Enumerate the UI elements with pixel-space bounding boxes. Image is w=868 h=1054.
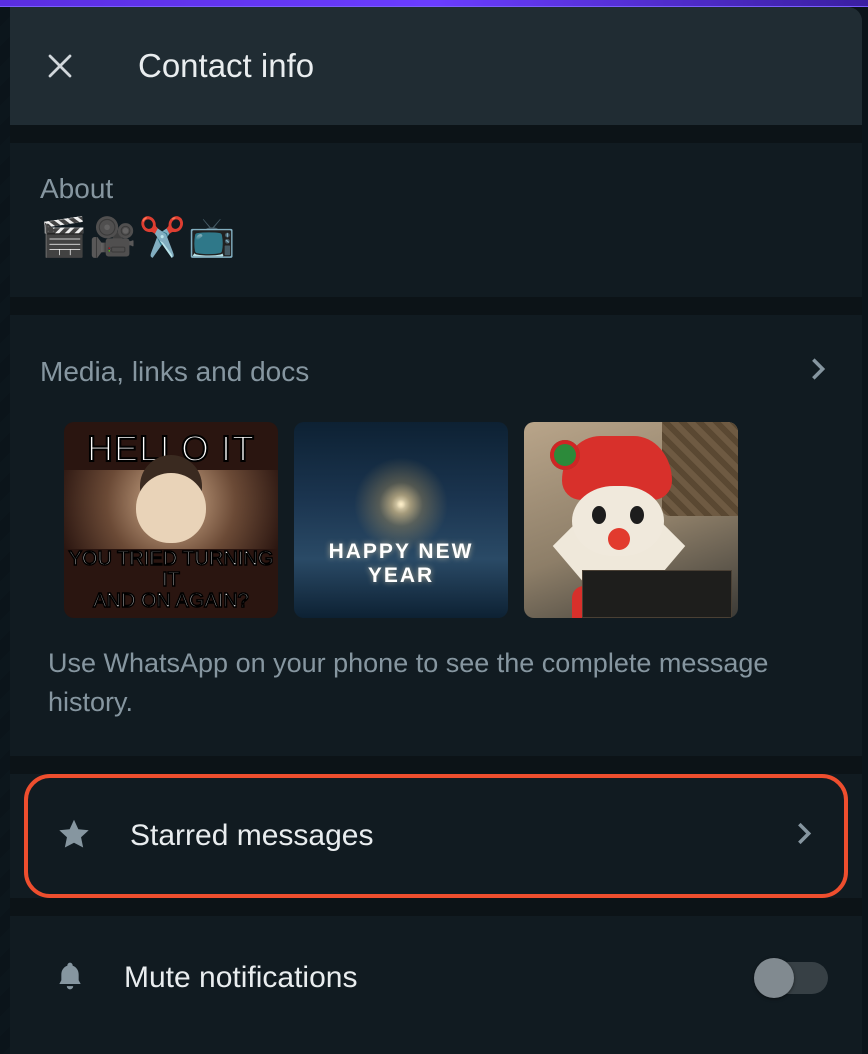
media-label: Media, links and docs [40, 356, 309, 388]
bell-icon [54, 958, 86, 999]
section-divider [10, 297, 862, 315]
chevron-right-icon [804, 355, 832, 388]
close-icon [45, 51, 75, 81]
chevron-right-icon [790, 820, 818, 853]
thumb1-image [64, 470, 278, 549]
starred-messages-row[interactable]: Starred messages [24, 774, 848, 898]
panel-header: Contact info [10, 7, 862, 125]
about-value: 🎬🎥✂️📺 [40, 219, 832, 257]
chat-background-sliver [0, 7, 10, 1054]
section-divider [10, 898, 862, 916]
panel-title: Contact info [138, 47, 314, 85]
starred-label: Starred messages [130, 819, 373, 853]
media-history-hint: Use WhatsApp on your phone to see the co… [40, 644, 832, 722]
media-thumb-3[interactable] [524, 422, 738, 618]
section-divider [10, 125, 862, 143]
contact-info-panel: Contact info About 🎬🎥✂️📺 Media, links an… [10, 7, 862, 1054]
media-header-row[interactable]: Media, links and docs [40, 355, 832, 388]
thumb2-caption: HAPPY NEW YEAR [294, 540, 508, 588]
thumb1-text-bottom: YOU TRIED TURNING IT AND ON AGAIN? [64, 549, 278, 612]
media-thumb-1[interactable]: HELLO IT YOU TRIED TURNING IT AND ON AGA… [64, 422, 278, 618]
star-icon [56, 816, 92, 857]
thumb3-box [582, 570, 732, 618]
thumb1-line1: YOU TRIED TURNING IT [68, 549, 274, 591]
toggle-knob [754, 958, 794, 998]
thumb1-line2: AND ON AGAIN? [68, 591, 274, 612]
about-label: About [40, 173, 832, 205]
thumb1-text-top: HELLO IT [87, 428, 255, 470]
mute-label: Mute notifications [124, 961, 357, 995]
window-top-accent [0, 0, 868, 7]
mute-notifications-row: Mute notifications [10, 916, 862, 1040]
media-thumb-2[interactable]: HAPPY NEW YEAR [294, 422, 508, 618]
about-section: About 🎬🎥✂️📺 [10, 143, 862, 297]
media-section: Media, links and docs HELLO IT YOU TRIED… [10, 315, 862, 756]
media-thumbnails: HELLO IT YOU TRIED TURNING IT AND ON AGA… [64, 422, 832, 618]
mute-toggle[interactable] [756, 962, 828, 994]
section-divider [10, 756, 862, 774]
close-button[interactable] [36, 42, 84, 90]
